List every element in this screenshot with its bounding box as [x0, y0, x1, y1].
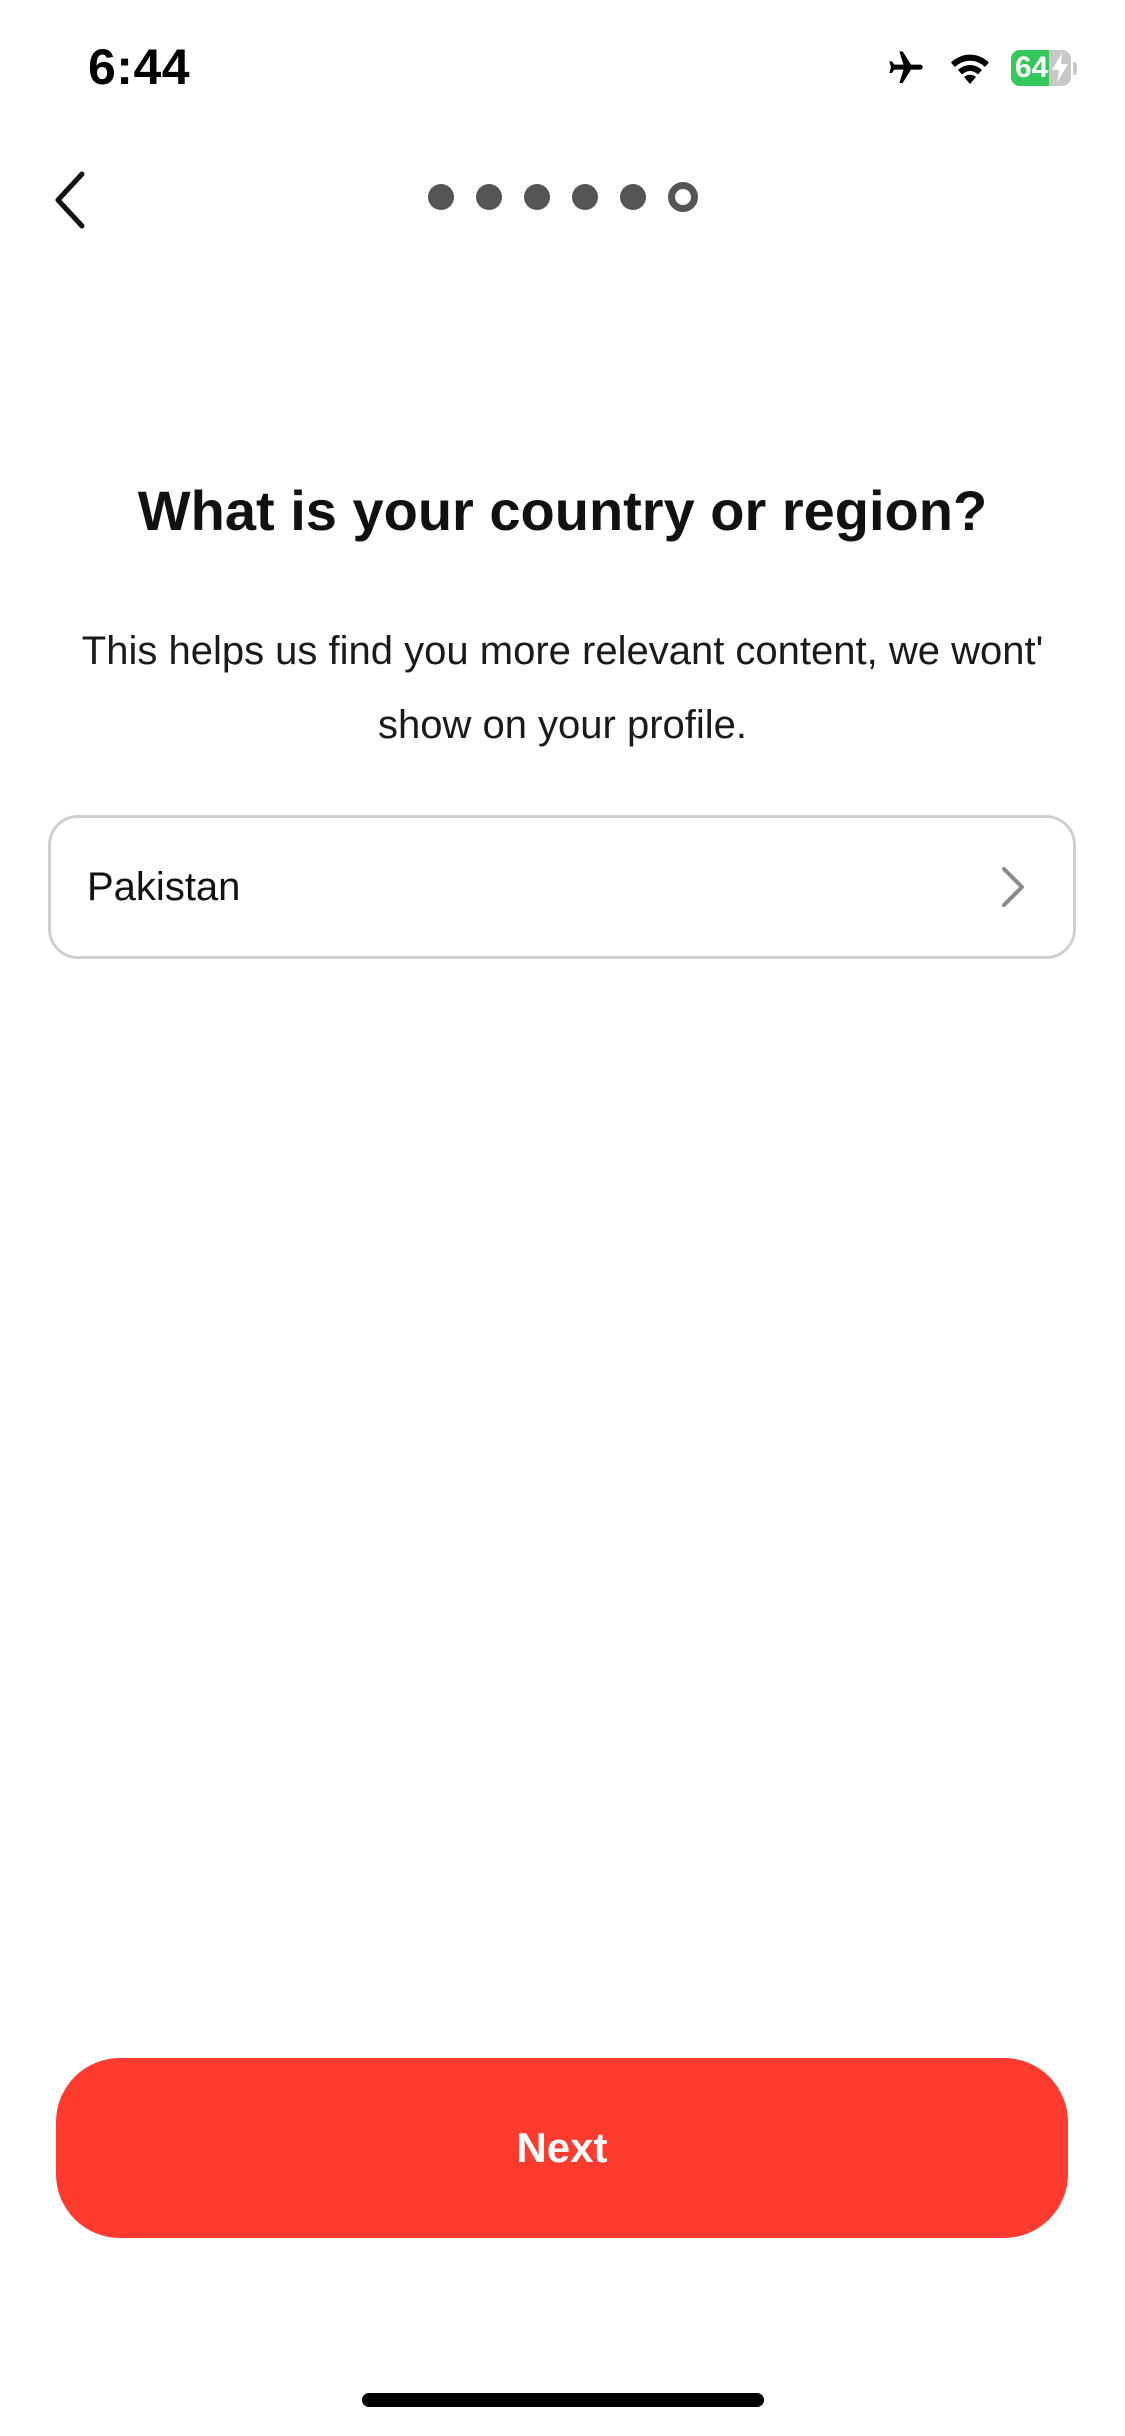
country-select[interactable]: Pakistan [48, 815, 1076, 959]
next-button[interactable]: Next [56, 2058, 1068, 2238]
page-subtitle: This helps us find you more relevant con… [81, 629, 1044, 747]
airplane-mode-icon [883, 48, 929, 88]
status-icons: 64 [883, 44, 1077, 92]
chevron-right-icon [1002, 867, 1024, 907]
wifi-icon [947, 50, 993, 86]
progress-dot [619, 184, 646, 210]
battery-level: 64 [1015, 51, 1049, 84]
country-value: Pakistan [87, 864, 241, 909]
home-indicator [362, 2393, 764, 2407]
bolt-icon [1051, 53, 1068, 83]
progress-indicator [0, 182, 1125, 212]
battery-charging-icon: 64 [1011, 50, 1077, 86]
progress-dot-current [667, 182, 698, 212]
status-time: 6:44 [88, 39, 191, 95]
progress-dot [475, 184, 502, 210]
progress-dot [523, 184, 550, 210]
page-title: What is your country or region? [137, 479, 988, 542]
progress-dot [571, 184, 598, 210]
progress-dot [427, 184, 454, 210]
